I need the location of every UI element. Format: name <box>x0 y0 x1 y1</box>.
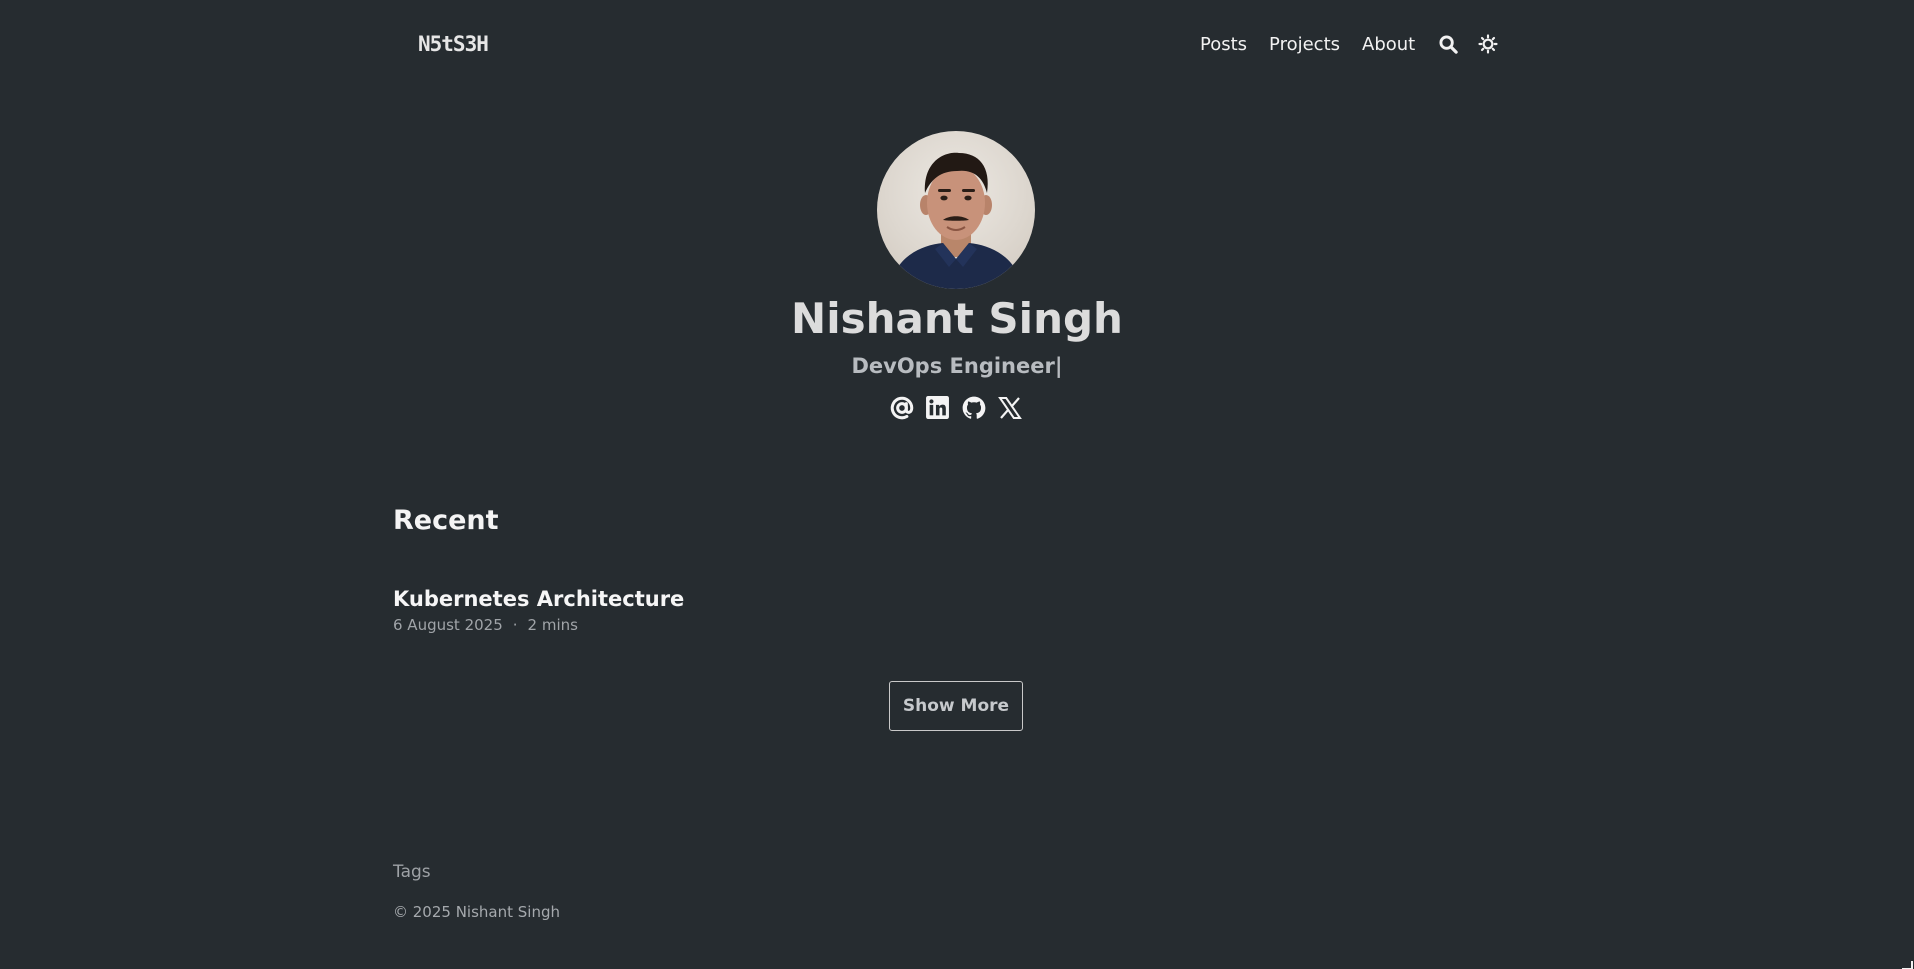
social-links <box>888 394 1023 421</box>
nav-posts[interactable]: Posts <box>1200 34 1247 55</box>
search-icon[interactable] <box>1437 33 1459 55</box>
recent-heading: Recent <box>393 505 499 536</box>
post-meta: 6 August 2025 · 2 mins <box>393 616 578 634</box>
logo-image: N5tS3H <box>418 32 489 56</box>
post-title-link[interactable]: Kubernetes Architecture <box>393 587 684 611</box>
profile-subtitle: DevOps Engineer| <box>851 354 1063 378</box>
post-read-time: 2 mins <box>527 616 578 634</box>
profile-name: Nishant Singh <box>791 294 1123 343</box>
theme-toggle-icon[interactable] <box>1477 33 1499 55</box>
footer-tags-link[interactable]: Tags <box>393 862 431 882</box>
linkedin-icon[interactable] <box>924 394 951 421</box>
x-twitter-icon[interactable] <box>996 394 1023 421</box>
footer-copyright: © 2025 Nishant Singh <box>393 903 560 921</box>
site-logo[interactable]: N5tS3H <box>418 32 508 56</box>
nav-about[interactable]: About <box>1362 34 1415 55</box>
github-icon[interactable] <box>960 394 987 421</box>
post-meta-separator: · <box>512 616 518 634</box>
main-nav: Posts Projects About <box>1200 28 1517 60</box>
profile-avatar <box>877 131 1035 289</box>
nav-projects[interactable]: Projects <box>1269 34 1340 55</box>
show-more-button[interactable]: Show More <box>889 681 1023 731</box>
resize-corner-icon <box>1902 961 1913 969</box>
email-icon[interactable] <box>888 394 915 421</box>
svg-text:N5tS3H: N5tS3H <box>418 32 488 56</box>
page: N5tS3H Posts Projects About Nishant Sing… <box>0 0 1914 969</box>
post-date: 6 August 2025 <box>393 616 503 634</box>
